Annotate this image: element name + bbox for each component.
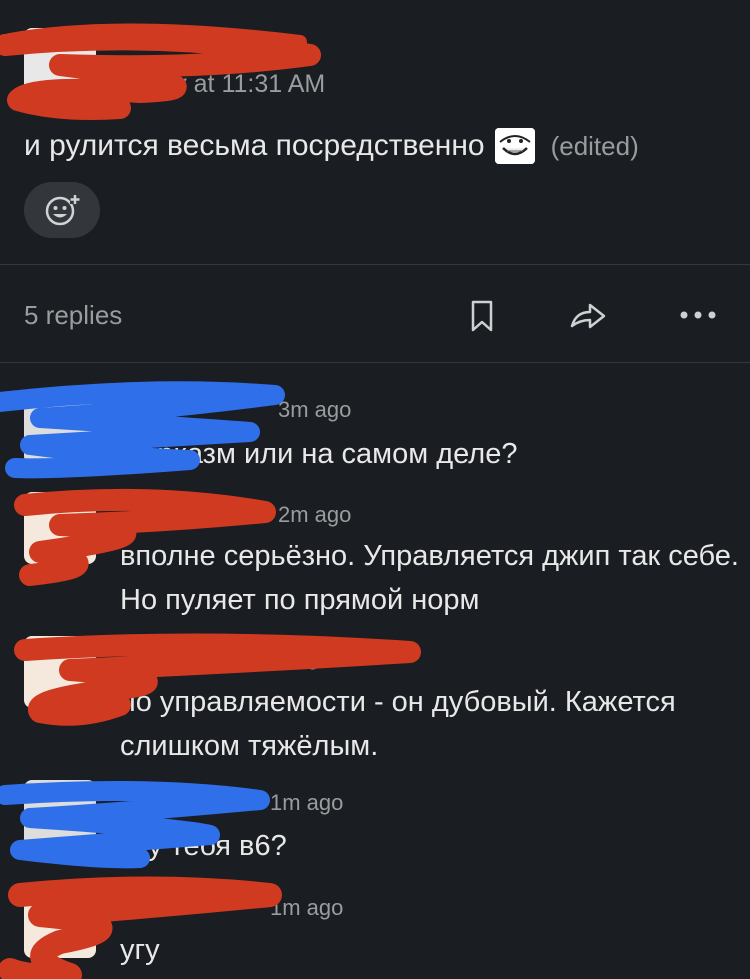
add-reaction-button[interactable] [24,182,100,238]
reply-text: вполне серьёзно. Управляется джип так се… [120,540,739,616]
message-text: и рулится весьма посредственно [24,129,485,162]
avatar[interactable] [24,28,96,100]
avatar[interactable] [24,636,96,708]
avatar[interactable] [24,886,96,958]
reply-text: угу [120,934,160,966]
replies-count[interactable]: 5 replies [24,300,122,331]
message-timestamp[interactable]: Today at 11:31 AM [120,70,325,99]
reply-timestamp[interactable]: 2m ago [278,502,351,528]
share-arrow-icon[interactable] [566,296,610,336]
avatar[interactable] [24,492,96,564]
divider [0,362,750,363]
add-emoji-icon [45,194,80,226]
bookmark-icon[interactable] [462,296,502,336]
message-body: и рулится весьма посредственно (edited) [24,128,639,164]
reply-timestamp[interactable]: 2m ago [258,645,331,671]
reply-timestamp[interactable]: 1m ago [270,895,343,921]
avatar[interactable] [24,392,96,464]
divider [0,264,750,265]
trollface-emoji-icon [494,128,535,164]
reply-timestamp[interactable]: 3m ago [278,397,351,423]
reply-text: у тебя в6? [148,830,287,862]
avatar[interactable] [24,780,96,852]
more-icon[interactable] [676,300,720,330]
reply-text: по управляемости - он дубовый. Кажется с… [120,686,676,762]
reply-text: Сарказм или на самом деле? [120,438,518,470]
reply-timestamp[interactable]: 1m ago [270,790,343,816]
edited-label: (edited) [550,130,639,161]
